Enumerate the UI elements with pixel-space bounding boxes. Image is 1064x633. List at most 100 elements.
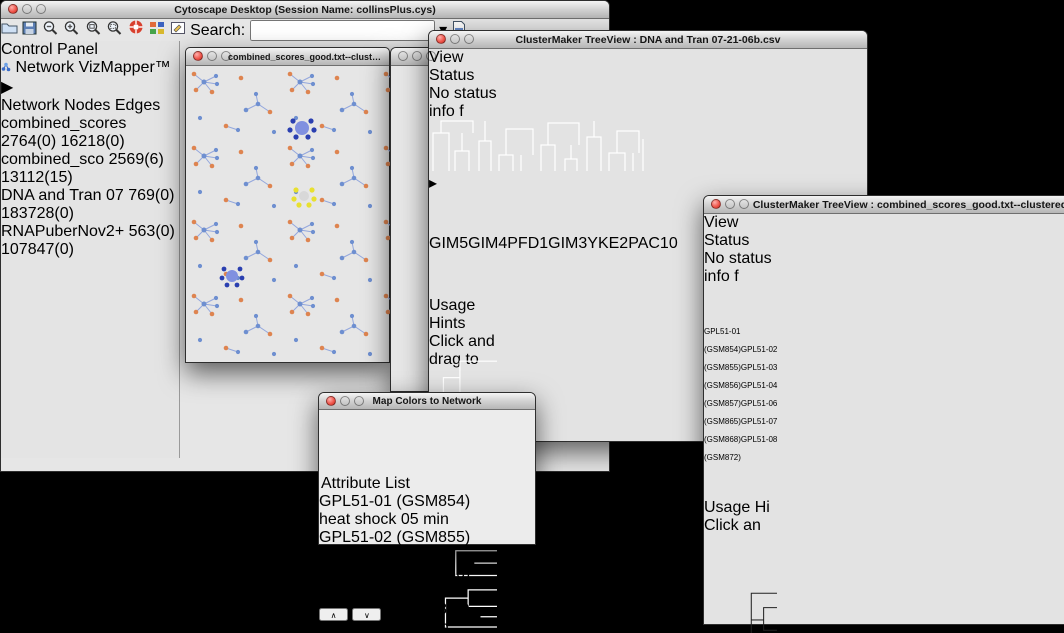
- treeview1-title: ClusterMaker TreeView : DNA and Tran 07-…: [476, 34, 821, 46]
- close-icon[interactable]: [436, 34, 446, 44]
- zoom-window-icon[interactable]: [739, 199, 749, 209]
- zoom-window-icon[interactable]: [354, 396, 364, 406]
- minimize-icon[interactable]: [412, 51, 422, 61]
- minimize-icon[interactable]: [725, 199, 735, 209]
- column-label[interactable]: GPL51-01 (GSM854): [704, 327, 741, 354]
- network-name: combined_scores: [1, 115, 126, 132]
- network-tree-row[interactable]: RNAPuberNov2+ 563(0) 107847(0): [1, 223, 179, 259]
- desktop: Cytoscape Desktop (Session Name: collins…: [0, 0, 1064, 633]
- network-nodes: 2569(6): [109, 151, 164, 168]
- zoom-in-icon[interactable]: [63, 22, 80, 39]
- dialog-titlebar[interactable]: Map Colors to Network: [319, 393, 535, 410]
- tab-vizmapper-label: VizMapper™: [79, 59, 171, 76]
- network-tree-row[interactable]: DNA and Tran 07 769(0) 183728(0): [1, 187, 179, 223]
- column-label[interactable]: GIM5: [429, 235, 468, 252]
- close-icon[interactable]: [8, 4, 18, 14]
- column-label[interactable]: PFD1: [507, 235, 548, 252]
- zoom-window-icon[interactable]: [464, 34, 474, 44]
- col-edges[interactable]: Edges: [115, 97, 160, 114]
- network-nodes: 563(0): [129, 223, 175, 240]
- attribute-list-group: [319, 410, 529, 475]
- open-session-icon[interactable]: [1, 22, 18, 39]
- zoom-out-icon[interactable]: [42, 22, 59, 39]
- usage-hints-line1: Usage Hi: [704, 499, 770, 517]
- minimize-icon[interactable]: [22, 4, 32, 14]
- network-tree-row[interactable]: combined_scores 2764(0) 16218(0): [1, 115, 179, 151]
- usage-hints-scrollbar[interactable]: [704, 535, 770, 544]
- treeview2-title: ClusterMaker TreeView : combined_scores_…: [707, 199, 1064, 211]
- column-label[interactable]: GIM4: [468, 235, 507, 252]
- network-nodes: 2764(0): [1, 133, 56, 150]
- network-name-cell: combined_sco: [1, 151, 109, 168]
- treeview2-usage-hints: Usage Hi Click an: [704, 499, 770, 585]
- network-icon: [1, 62, 11, 72]
- treeview1-titlebar[interactable]: ClusterMaker TreeView : DNA and Tran 07-…: [429, 31, 867, 49]
- zoom-window-icon[interactable]: [36, 4, 46, 14]
- network-name: RNAPuberNov2+: [1, 223, 124, 240]
- treeview2-left-dendrogram[interactable]: [704, 585, 777, 633]
- treeview1-splitter-strip[interactable]: ▸: [429, 173, 438, 235]
- column-label[interactable]: GIM3: [548, 235, 587, 252]
- move-up-button[interactable]: ∧: [319, 608, 348, 621]
- zoom-window-icon[interactable]: [426, 51, 436, 61]
- attribute-list-label: Attribute List: [319, 475, 412, 492]
- save-session-icon[interactable]: [22, 22, 37, 39]
- network-edges: 16218(0): [61, 133, 125, 150]
- help-lifering-icon[interactable]: [128, 22, 145, 39]
- attribute-list-item[interactable]: GPL51-02 (GSM855) heat shock 10 min: [319, 529, 491, 565]
- network-name-cell: RNAPuberNov2+: [1, 223, 129, 240]
- treeview1-top-dendrogram[interactable]: [429, 111, 651, 173]
- treeview1-column-labels: GIM5GIM4PFD1GIM3YKE2PAC10: [429, 235, 485, 297]
- attribute-list-item[interactable]: GPL51-03 (GSM856) heat shock 15 min: [319, 565, 491, 601]
- main-window-title: Cytoscape Desktop (Session Name: collins…: [134, 4, 475, 16]
- minimize-icon[interactable]: [450, 34, 460, 44]
- network-name: combined_sco: [1, 151, 104, 168]
- move-down-button[interactable]: ∨: [352, 608, 381, 621]
- column-label[interactable]: PAC10: [628, 235, 678, 252]
- treeview-combined-window: ClusterMaker TreeView : combined_scores_…: [703, 195, 1064, 625]
- minimize-icon[interactable]: [340, 396, 350, 406]
- map-colors-dialog: Map Colors to Network Attribute List GPL…: [318, 392, 536, 545]
- tab-overflow-icon[interactable]: ▶: [1, 79, 13, 96]
- zoom-selected-icon[interactable]: [85, 22, 102, 39]
- network-name: DNA and Tran 07: [1, 187, 124, 204]
- vizmapper-palette-icon[interactable]: [149, 22, 165, 39]
- network-edges: 13112(15): [1, 169, 73, 186]
- close-icon[interactable]: [193, 51, 203, 61]
- annotation-icon[interactable]: [170, 22, 186, 39]
- network-rows: combined_scores 2764(0) 16218(0) combine…: [1, 115, 179, 259]
- tab-network[interactable]: Network: [1, 59, 79, 76]
- zoom-window-icon[interactable]: [221, 51, 231, 61]
- view-status-line1: View Status: [704, 214, 777, 250]
- network-view-titlebar[interactable]: combined_scores_good.txt--cluste...: [186, 48, 389, 66]
- network-edges: 183728(0): [1, 205, 74, 222]
- birds-eye-view[interactable]: [1, 359, 179, 469]
- close-icon[interactable]: [398, 51, 408, 61]
- close-icon[interactable]: [711, 199, 721, 209]
- treeview2-titlebar[interactable]: ClusterMaker TreeView : combined_scores_…: [704, 196, 1064, 214]
- close-icon[interactable]: [326, 396, 336, 406]
- network-view-window: combined_scores_good.txt--cluste...: [185, 47, 390, 363]
- column-label[interactable]: YKE2: [587, 235, 628, 252]
- tab-vizmapper[interactable]: VizMapper™: [79, 59, 171, 76]
- network-list: Network Nodes Edges combined_scores 2764…: [1, 97, 179, 359]
- control-panel-header: Control Panel: [1, 41, 179, 59]
- control-panel-tabs: Network VizMapper™ ▶: [1, 59, 179, 97]
- attribute-list: GPL51-01 (GSM854) heat shock 05 minGPL51…: [319, 493, 491, 550]
- treeview2-view-status: View Status No status info f: [704, 214, 777, 266]
- control-panel-title: Control Panel: [1, 41, 98, 58]
- network-edges: 107847(0): [1, 241, 74, 258]
- treeview1-usage-hints: Usage Hints Click and drag to: [429, 297, 502, 345]
- network-list-header[interactable]: Network Nodes Edges: [1, 97, 179, 115]
- col-nodes[interactable]: Nodes: [64, 97, 110, 114]
- attribute-list-item[interactable]: GPL51-01 (GSM854) heat shock 05 min: [319, 493, 491, 529]
- main-titlebar[interactable]: Cytoscape Desktop (Session Name: collins…: [1, 1, 609, 19]
- control-panel: Control Panel Network VizMapper™ ▶ Netwo…: [1, 41, 180, 458]
- network-tree-row[interactable]: combined_sco 2569(6) 13112(15): [1, 151, 179, 187]
- network-canvas[interactable]: [186, 66, 389, 371]
- zoom-fit-icon[interactable]: [106, 22, 123, 39]
- minimize-icon[interactable]: [207, 51, 217, 61]
- col-network[interactable]: Network: [1, 97, 60, 114]
- search-label: Search:: [190, 22, 245, 39]
- search-input[interactable]: [250, 20, 435, 41]
